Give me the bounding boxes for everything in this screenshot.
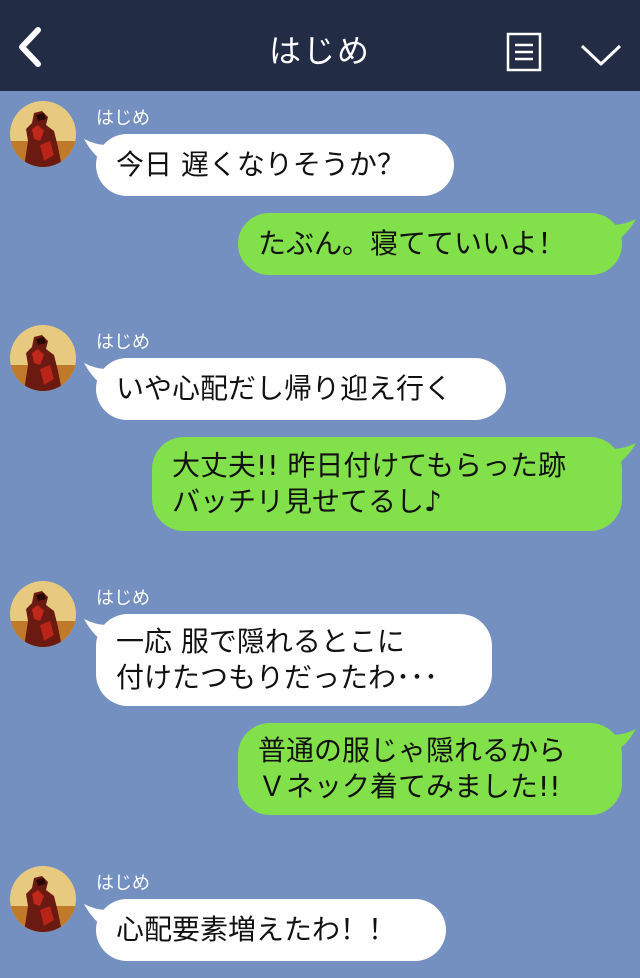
monster-avatar-icon [10,581,76,647]
monster-avatar-icon [10,101,76,167]
avatar[interactable] [10,325,76,391]
message-bubble[interactable]: いや心配だし帰り迎え行く [96,358,506,420]
menu-button[interactable] [506,32,542,72]
message-bubble[interactable]: たぶん。寝てていいよ！ [238,213,622,275]
chat-area[interactable]: はじめ 今日 遅くなりそうか？ たぶん。寝てていいよ！ はじめ いや心配だし帰り… [0,91,640,978]
chat-header: はじめ [0,0,640,91]
message-bubble[interactable]: 普通の服じゃ隠れるから Ｖネック着てみました!! [238,723,622,815]
chevron-down-icon [580,44,622,66]
message-bubble[interactable]: 今日 遅くなりそうか？ [96,134,454,196]
collapse-button[interactable] [578,40,624,70]
avatar[interactable] [10,101,76,167]
message-text: 今日 遅くなりそうか？ [116,148,405,181]
message-text: 普通の服じゃ隠れるから [258,734,567,767]
avatar[interactable] [10,581,76,647]
message-text: 心配要素増えたわ！！ [116,913,397,946]
message-text: 付けたつもりだったわ･･･ [116,661,439,694]
sender-name: はじめ [96,332,150,353]
message-text: 大丈夫!! 昨日付けてもらった跡 [172,449,566,482]
monster-avatar-icon [10,325,76,391]
message-bubble[interactable]: 心配要素増えたわ！！ [96,899,446,961]
message-bubble[interactable]: 一応 服で隠れるとこに 付けたつもりだったわ･･･ [96,614,492,706]
sender-name: はじめ [96,108,150,129]
message-text: Ｖネック着てみました!! [258,770,561,803]
sender-name: はじめ [96,588,150,609]
message-text: いや心配だし帰り迎え行く [116,372,453,405]
message-text: 一応 服で隠れるとこに [116,625,405,658]
message-text: たぶん。寝てていいよ！ [258,227,566,260]
monster-avatar-icon [10,866,76,932]
list-menu-icon [506,32,542,72]
avatar[interactable] [10,866,76,932]
message-text: バッチリ見せてるし♪ [172,485,442,518]
chat-title: はじめ [268,32,371,70]
message-bubble[interactable]: 大丈夫!! 昨日付けてもらった跡 バッチリ見せてるし♪ [152,437,622,531]
sender-name: はじめ [96,873,150,894]
